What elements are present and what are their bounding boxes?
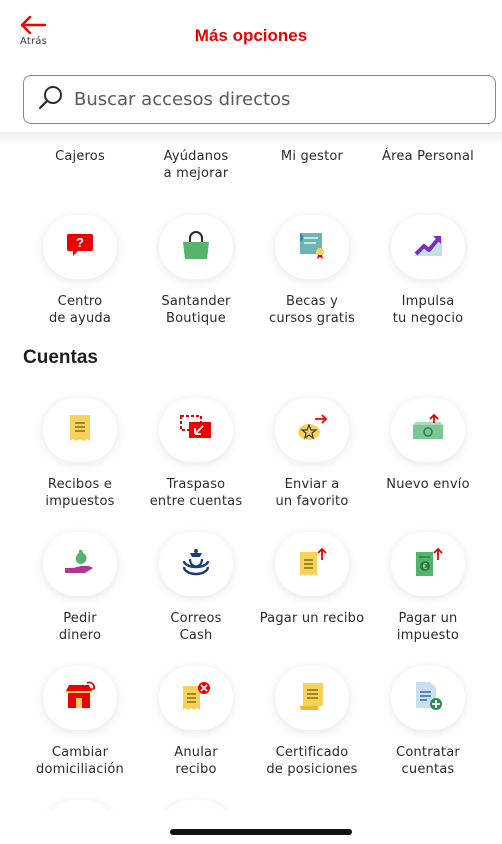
shortcut-label: Contratar cuentas — [396, 745, 460, 777]
shortcut-icon-wrap — [159, 800, 233, 810]
shortcut-label: Pagar un recibo — [259, 611, 365, 626]
shortcut-recibos-impuestos[interactable]: Recibos e impuestos — [22, 398, 138, 510]
shortcut-icon-wrap — [391, 666, 465, 730]
shortcut-icon-wrap: € — [391, 532, 465, 596]
shortcut-partial[interactable] — [22, 800, 138, 810]
shortcut-cajeros[interactable]: Cajeros — [22, 148, 138, 165]
search-box[interactable] — [23, 75, 496, 124]
send-favorite-icon — [295, 413, 329, 447]
shortcut-label: Anular recibo — [174, 745, 218, 777]
shortcut-impulsa[interactable]: Impulsa tu negocio — [370, 215, 486, 327]
shortcut-becas[interactable]: Becas y cursos gratis — [254, 215, 370, 327]
shortcut-traspaso[interactable]: Traspaso entre cuentas — [138, 398, 254, 510]
shortcut-label: Área Personal — [382, 149, 474, 164]
shortcut-label: Cajeros — [55, 149, 105, 164]
correos-icon — [179, 547, 213, 581]
shortcut-pedir-dinero[interactable]: Pedir dinero — [22, 532, 138, 644]
shortcut-label: Enviar a un favorito — [275, 477, 349, 509]
help-icon: ? — [66, 232, 94, 262]
shortcut-ayudanos[interactable]: Ayúdanos a mejorar — [138, 148, 254, 182]
svg-text:?: ? — [76, 235, 84, 250]
certificate-icon — [296, 230, 328, 264]
shortcut-correos-cash[interactable]: Correos Cash — [138, 532, 254, 644]
shortcut-icon-wrap — [275, 666, 349, 730]
shortcut-anular-recibo[interactable]: Anular recibo — [138, 666, 254, 778]
shortcut-icon-wrap — [159, 666, 233, 730]
shortcut-icon-wrap — [275, 215, 349, 279]
shortcut-icon-wrap — [275, 532, 349, 596]
section-title: Cuentas — [23, 347, 98, 368]
shortcut-label: Mi gestor — [280, 149, 344, 164]
shortcut-label: Pagar un impuesto — [396, 611, 460, 643]
shortcut-icon-wrap — [391, 215, 465, 279]
request-money-icon — [63, 546, 97, 582]
shortcut-icon-wrap — [43, 800, 117, 810]
receipt-icon — [67, 413, 93, 447]
pay-receipt-icon — [297, 546, 327, 582]
certificate-scroll-icon — [297, 680, 327, 716]
shortcut-label: Centro de ayuda — [48, 294, 112, 326]
shortcut-icon-wrap — [43, 532, 117, 596]
shortcut-label: Becas y cursos gratis — [268, 294, 355, 326]
shopping-bag-icon — [180, 230, 212, 264]
cancel-receipt-icon — [180, 680, 212, 716]
shortcut-area-personal[interactable]: Área Personal — [370, 148, 486, 165]
store-change-icon — [63, 681, 97, 715]
shortcut-icon-wrap — [159, 215, 233, 279]
shortcut-icon-wrap — [159, 398, 233, 462]
search-input[interactable] — [74, 89, 474, 110]
shortcut-contratar-cuentas[interactable]: Contratar cuentas — [370, 666, 486, 778]
header: Atrás Más opciones — [0, 0, 502, 70]
add-document-icon — [412, 680, 444, 716]
shortcut-partial[interactable] — [138, 800, 254, 810]
shortcut-centro-ayuda[interactable]: ? Centro de ayuda — [22, 215, 138, 327]
shortcut-icon-wrap — [391, 398, 465, 462]
svg-text:€: € — [423, 562, 428, 571]
shortcut-pagar-recibo[interactable]: Pagar un recibo — [254, 532, 370, 627]
growth-chart-icon — [412, 230, 444, 264]
shortcut-label: Certificado de posiciones — [266, 745, 358, 777]
shortcut-nuevo-envio[interactable]: Nuevo envío — [370, 398, 486, 493]
shortcut-icon-wrap — [43, 398, 117, 462]
new-transfer-icon — [410, 413, 446, 447]
shortcut-certificado-posiciones[interactable]: Certificado de posiciones — [254, 666, 370, 778]
shortcut-icon-wrap — [275, 398, 349, 462]
page-title: Más opciones — [194, 26, 308, 45]
shortcut-santander-boutique[interactable]: Santander Boutique — [138, 215, 254, 327]
transfer-icon — [179, 414, 213, 446]
shortcut-mi-gestor[interactable]: Mi gestor — [254, 148, 370, 165]
shortcut-icon-wrap — [159, 532, 233, 596]
shortcut-label: Correos Cash — [170, 611, 222, 643]
shortcut-label: Traspaso entre cuentas — [149, 477, 243, 509]
shortcut-enviar-favorito[interactable]: Enviar a un favorito — [254, 398, 370, 510]
pay-tax-icon: € — [413, 546, 443, 582]
shortcut-label: Impulsa tu negocio — [392, 294, 464, 326]
shortcut-label: Recibos e impuestos — [45, 477, 115, 509]
shortcut-pagar-impuesto[interactable]: € Pagar un impuesto — [370, 532, 486, 644]
search-icon — [36, 83, 66, 117]
shortcut-icon-wrap: ? — [43, 215, 117, 279]
shortcut-label: Pedir dinero — [58, 611, 102, 643]
shortcut-label: Cambiar domiciliación — [36, 745, 124, 777]
shortcut-icon-wrap — [43, 666, 117, 730]
shortcuts-list[interactable]: Cajeros Ayúdanos a mejorar Mi gestor Áre… — [0, 140, 502, 810]
shortcut-label: Santander Boutique — [161, 294, 231, 326]
home-indicator[interactable] — [170, 829, 352, 835]
shortcut-label: Ayúdanos a mejorar — [163, 149, 229, 181]
shortcut-label: Nuevo envío — [386, 477, 470, 492]
shortcut-cambiar-domiciliacion[interactable]: Cambiar domiciliación — [22, 666, 138, 778]
